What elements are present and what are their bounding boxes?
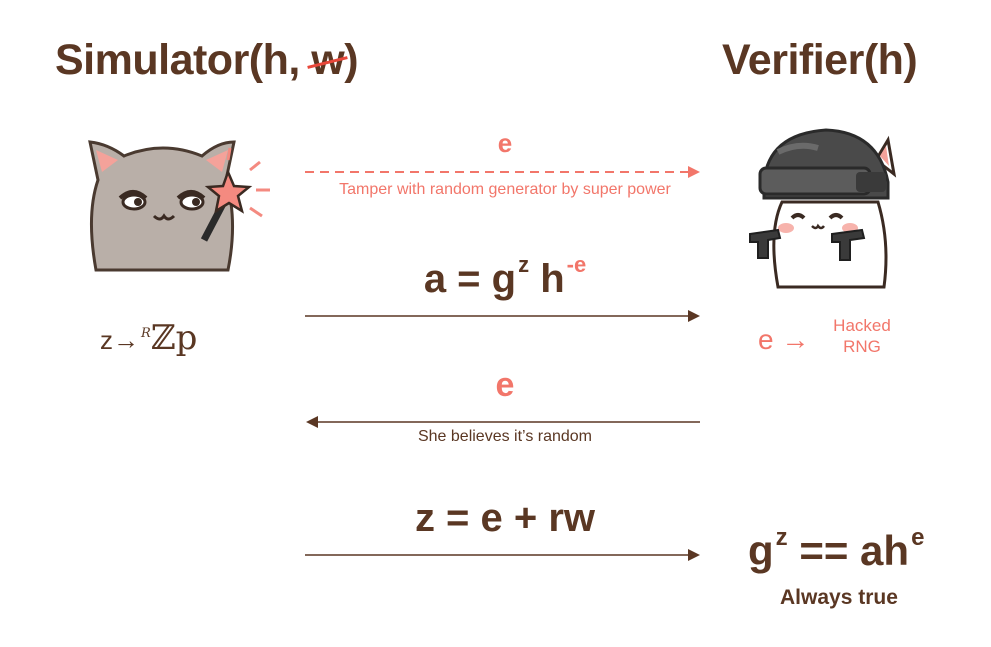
response-equation: z = e + rw xyxy=(414,496,596,540)
commit-lhs: a = g xyxy=(423,257,517,301)
always-true-caption: Always true xyxy=(780,586,898,609)
random-marker: R xyxy=(141,326,151,341)
challenge-e-message: e xyxy=(495,366,515,404)
response-arrow-right xyxy=(305,549,700,561)
tamper-caption: Tamper with random generator by super po… xyxy=(339,181,671,198)
hacked-arrow: → xyxy=(781,324,810,355)
sample-arrow: → xyxy=(113,325,139,355)
hacked-e-notation: e → xyxy=(758,324,809,356)
check-g: g xyxy=(748,527,774,574)
dashed-arrow-right xyxy=(305,166,700,178)
believes-random-caption: She believes it’s random xyxy=(417,428,593,445)
commit-h: h xyxy=(529,257,565,301)
hacked-rng-label: Hacked RNG xyxy=(822,315,902,357)
z-var: z xyxy=(100,325,113,355)
challenge-arrow-left xyxy=(306,416,700,428)
zp-set: ℤp xyxy=(150,318,198,358)
cat-soldier-with-guns-icon xyxy=(749,128,897,289)
challenge-e-label: e xyxy=(497,128,513,158)
check-exponent-e: e xyxy=(911,524,925,551)
commit-exponent-minus-e: -e xyxy=(566,252,587,277)
commitment-equation: a = gz h-e xyxy=(300,252,710,302)
hacked-line: Hacked xyxy=(833,316,891,335)
verification-equation: gz == ahe xyxy=(748,524,924,575)
rng-line: RNG xyxy=(843,337,881,356)
z-sampling-notation: z→ Rℤp xyxy=(100,318,197,358)
commit-arrow-right xyxy=(305,310,700,322)
commit-exponent-z: z xyxy=(518,252,530,277)
hacked-e-var: e xyxy=(758,324,774,355)
cat-with-magic-wand-icon xyxy=(88,140,270,272)
check-rhs: == ah xyxy=(787,527,910,574)
check-exponent-z: z xyxy=(775,524,788,551)
